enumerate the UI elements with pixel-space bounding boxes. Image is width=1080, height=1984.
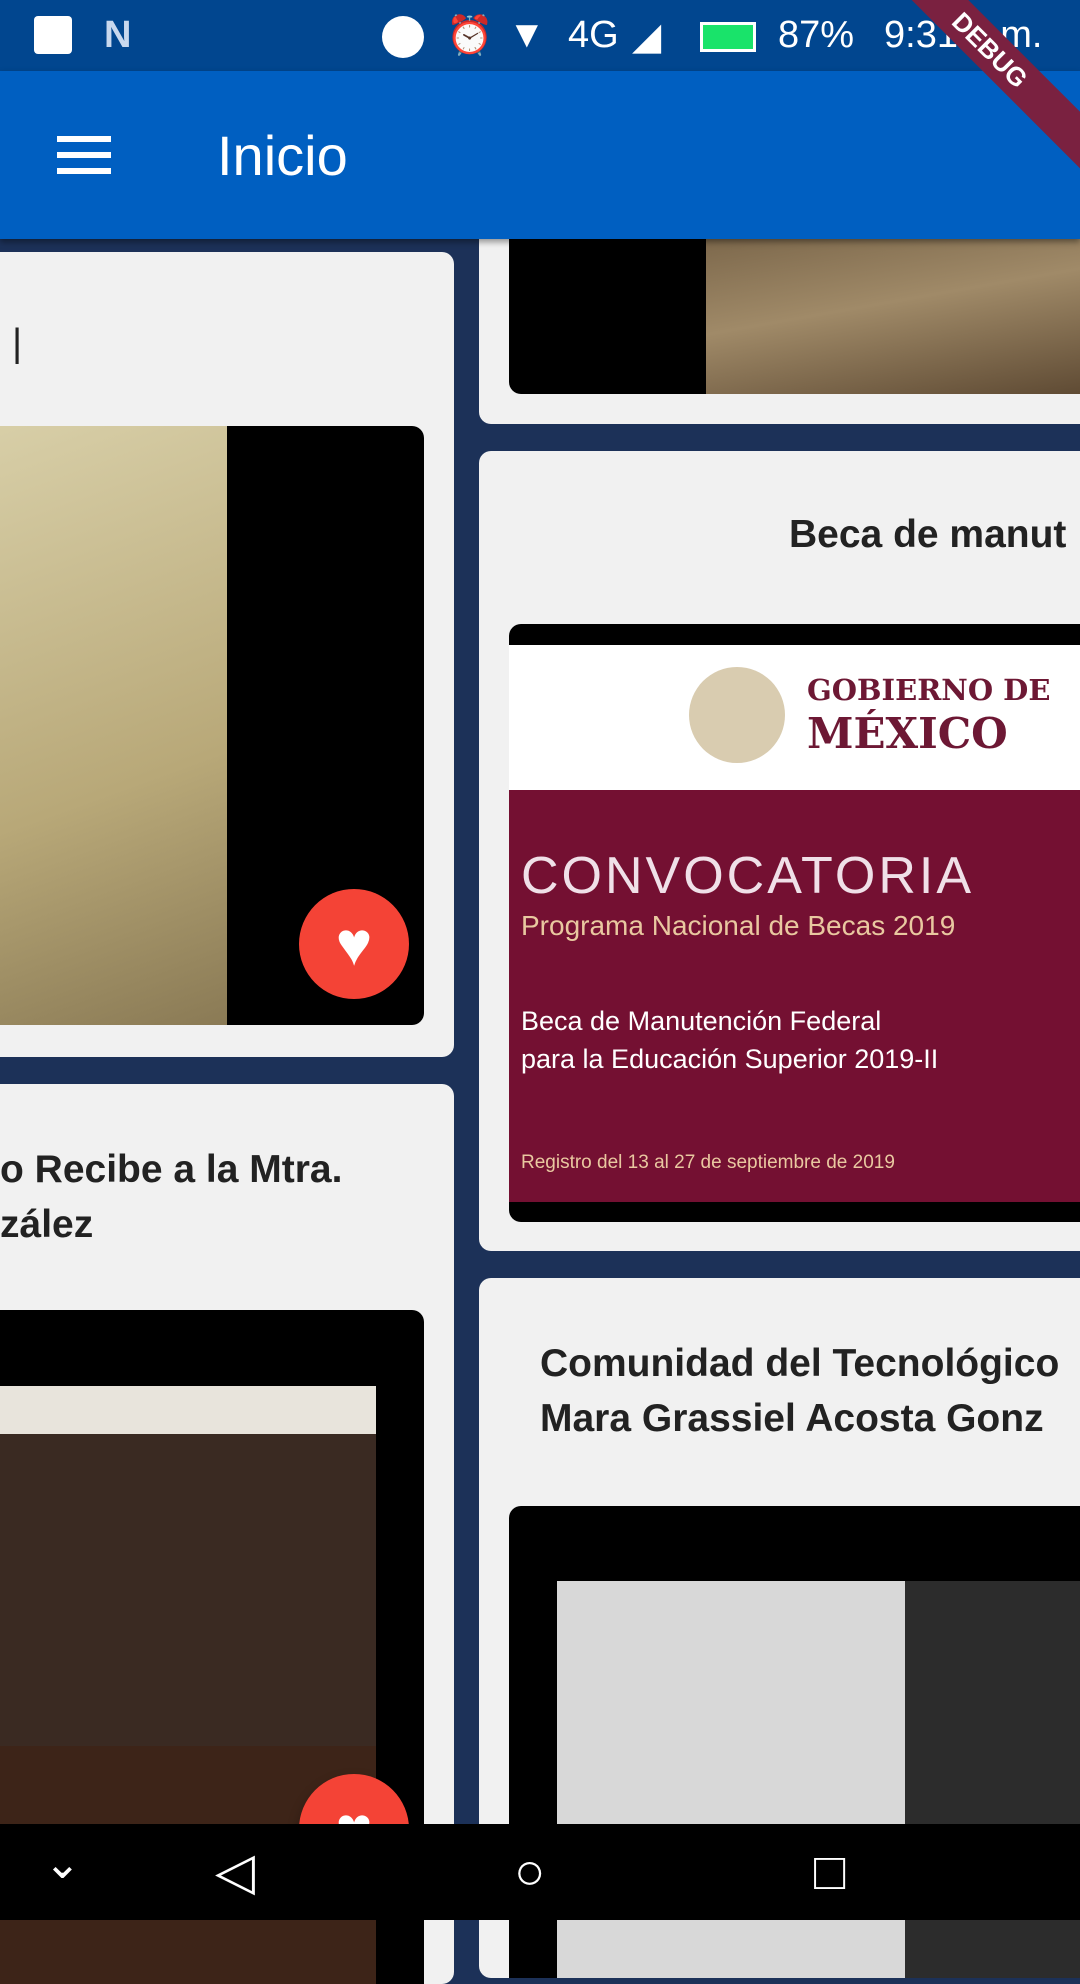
recents-icon[interactable]: □ bbox=[814, 1842, 845, 1902]
app-bar: Inicio bbox=[0, 71, 1080, 239]
chevron-down-icon[interactable]: ⌄ bbox=[44, 1838, 81, 1889]
battery-charging-icon bbox=[700, 22, 756, 52]
banner-program: Programa Nacional de Becas 2019 bbox=[521, 910, 956, 941]
n-icon: N bbox=[104, 14, 132, 56]
gov-banner: CONVOCATORIA Programa Nacional de Becas … bbox=[509, 790, 1080, 1202]
pen-photo bbox=[0, 426, 227, 1025]
card-title: Beca de manut bbox=[789, 513, 1067, 556]
alarm-icon: ⏰ bbox=[446, 15, 494, 57]
card-title-line: Mara Grassiel Acosta Gonz bbox=[540, 1397, 1044, 1440]
network-label: 4G bbox=[568, 14, 619, 56]
back-icon[interactable]: ◁ bbox=[215, 1842, 255, 1902]
favorite-button[interactable]: ♥ bbox=[299, 889, 409, 999]
banner-line1: Beca de Manutención Federal bbox=[521, 1006, 882, 1036]
banner-registro: Registro del 13 al 27 de septiembre de 2… bbox=[521, 1152, 895, 1173]
gov-country: MÉXICO bbox=[807, 709, 1008, 758]
heart-icon: ♥ bbox=[335, 910, 373, 979]
battery-percent: 87% bbox=[778, 14, 855, 56]
gov-brand: GOBIERNO DE bbox=[807, 673, 1051, 707]
banner-heading: CONVOCATORIA bbox=[521, 847, 975, 905]
page-title: Inicio bbox=[217, 124, 348, 187]
image-icon bbox=[34, 16, 72, 54]
signal-icon: ◢ bbox=[632, 16, 662, 58]
navigation-bar: ⌄ ◁ ○ □ bbox=[0, 1824, 1080, 1920]
wifi-icon: ▼ bbox=[508, 14, 546, 56]
dnd-icon bbox=[382, 16, 424, 58]
card-title-line: o Recibe a la Mtra. bbox=[0, 1148, 343, 1191]
status-bar: N ⏰ ▼ 4G ◢ 87% 9:31 a.m. bbox=[0, 0, 1080, 71]
card-title: | bbox=[12, 322, 23, 365]
gov-header: GOBIERNO DE MÉXICO bbox=[509, 645, 1080, 790]
banner-line2: para la Educación Superior 2019-II bbox=[521, 1044, 939, 1074]
card-title-line: Comunidad del Tecnológico bbox=[540, 1342, 1060, 1385]
news-card[interactable]: | ♥ bbox=[0, 252, 454, 1057]
seal-icon bbox=[689, 667, 785, 763]
card-image: GOBIERNO DE MÉXICO CONVOCATORIA Programa… bbox=[509, 624, 1080, 1222]
news-card[interactable]: Beca de manut GOBIERNO DE MÉXICO CONVOCA… bbox=[479, 451, 1080, 1251]
card-title-line: zález bbox=[0, 1203, 94, 1246]
home-icon[interactable]: ○ bbox=[514, 1842, 545, 1902]
hamburger-icon[interactable] bbox=[57, 136, 111, 174]
